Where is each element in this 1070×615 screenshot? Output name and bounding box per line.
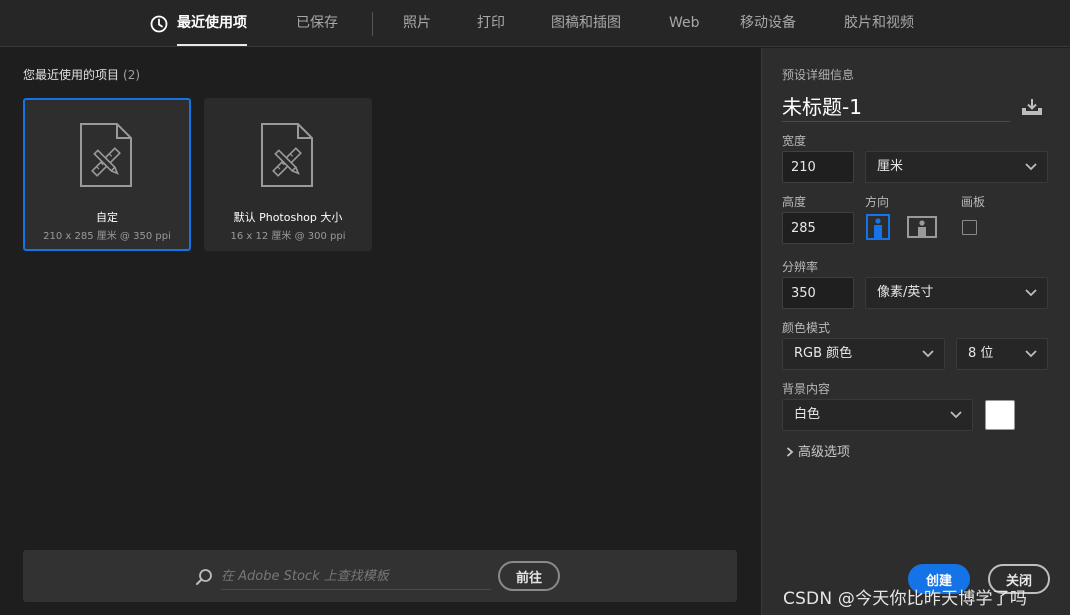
save-preset-icon[interactable] [1021, 98, 1043, 116]
tab-web[interactable]: Web [669, 0, 700, 47]
height-label: 高度 [782, 195, 807, 209]
landscape-orientation-icon[interactable] [907, 216, 937, 238]
csdn-watermark: CSDN @今天你比昨天博学了吗 [783, 589, 1028, 609]
recent-item-name: 自定 [96, 211, 118, 224]
recent-items-area: 您最近使用的项目 (2) 自定 210 x 285 厘米 @ 350 ppi 默… [0, 48, 760, 615]
tab-photo[interactable]: 照片 [403, 0, 431, 47]
search-icon [196, 569, 212, 585]
preset-details-heading: 预设详细信息 [782, 68, 855, 82]
document-name-input[interactable] [782, 90, 1010, 122]
top-tab-bar: 最近使用项 已保存 照片 打印 图稿和插图 Web 移动设备 胶片和视频 [0, 0, 1070, 47]
resolution-input[interactable] [782, 277, 854, 309]
bit-depth-select[interactable]: 8 位 [956, 338, 1048, 370]
tab-mobile[interactable]: 移动设备 [740, 0, 796, 47]
chevron-down-icon [950, 411, 962, 419]
advanced-options-toggle[interactable]: 高级选项 [786, 441, 850, 460]
recent-items-title: 您最近使用的项目 (2) [23, 66, 140, 83]
resolution-label: 分辨率 [782, 260, 819, 274]
go-button[interactable]: 前往 [498, 561, 560, 591]
color-mode-value: RGB 颜色 [794, 346, 853, 361]
width-unit-value: 厘米 [877, 159, 904, 174]
adobe-stock-search-bar: 前往 [23, 550, 737, 602]
recent-item-desc: 16 x 12 厘米 @ 300 ppi [230, 231, 346, 242]
background-color-swatch[interactable] [985, 400, 1015, 430]
recent-item-custom[interactable]: 自定 210 x 285 厘米 @ 350 ppi [23, 98, 191, 251]
chevron-right-icon [786, 447, 794, 457]
width-unit-select[interactable]: 厘米 [865, 151, 1048, 183]
chevron-down-icon [1025, 350, 1037, 358]
tab-film-video[interactable]: 胶片和视频 [844, 0, 914, 47]
background-label: 背景内容 [782, 382, 831, 396]
chevron-down-icon [1025, 163, 1037, 171]
recent-item-desc: 210 x 285 厘米 @ 350 ppi [43, 231, 171, 242]
height-input[interactable] [782, 212, 854, 244]
portrait-orientation-icon[interactable] [866, 214, 890, 240]
resolution-unit-value: 像素/英寸 [877, 285, 934, 300]
width-input[interactable] [782, 151, 854, 183]
tab-divider [372, 12, 373, 36]
chevron-down-icon [922, 350, 934, 358]
chevron-down-icon [1025, 289, 1037, 297]
orientation-label: 方向 [865, 195, 890, 209]
recent-title-text: 您最近使用的项目 [23, 68, 120, 82]
tab-saved[interactable]: 已保存 [296, 0, 338, 47]
stock-search-input[interactable] [221, 564, 491, 590]
recent-item-default-photoshop[interactable]: 默认 Photoshop 大小 16 x 12 厘米 @ 300 ppi [204, 98, 372, 251]
artboard-label: 画板 [961, 195, 986, 209]
advanced-options-label: 高级选项 [798, 445, 851, 460]
background-value: 白色 [794, 407, 821, 422]
clock-icon [150, 15, 168, 33]
artboard-checkbox[interactable] [962, 220, 977, 235]
tab-print[interactable]: 打印 [477, 0, 505, 47]
color-mode-label: 颜色模式 [782, 321, 831, 335]
tab-art-illustration[interactable]: 图稿和插图 [551, 0, 621, 47]
background-select[interactable]: 白色 [782, 399, 973, 431]
preset-details-panel: 预设详细信息 宽度 厘米 高度 方向 画板 分辨率 像素/英寸 颜色模式 RGB… [761, 48, 1070, 615]
resolution-unit-select[interactable]: 像素/英寸 [865, 277, 1048, 309]
recent-items-count: (2) [123, 68, 141, 82]
tab-recent[interactable]: 最近使用项 [177, 0, 247, 47]
recent-item-name: 默认 Photoshop 大小 [233, 211, 343, 224]
width-label: 宽度 [782, 134, 807, 148]
document-pencil-ruler-icon [80, 123, 132, 187]
bit-depth-value: 8 位 [968, 346, 994, 361]
document-pencil-ruler-icon [261, 123, 313, 187]
color-mode-select[interactable]: RGB 颜色 [782, 338, 945, 370]
